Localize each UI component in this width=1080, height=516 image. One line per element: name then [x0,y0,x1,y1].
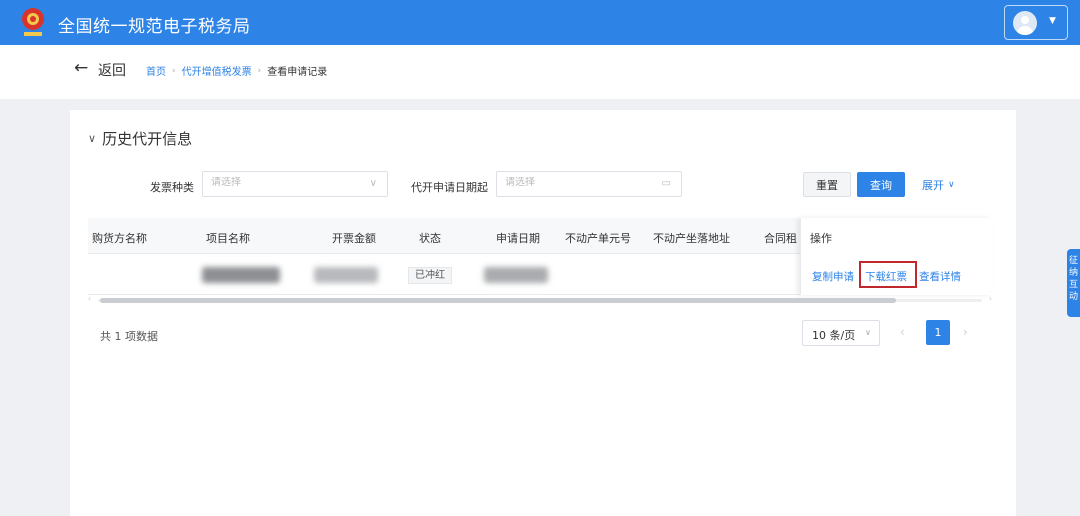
side-tab-label: 征纳互动 [1068,256,1078,302]
breadcrumb-bar: ← 返回 首页 › 代开增值税发票 › 查看申请记录 [0,45,1080,99]
column-header: 合同租 [764,232,797,245]
breadcrumb-current: 查看申请记录 [267,67,328,78]
chevron-down-icon: ∨ [948,179,955,190]
column-header: 状态 [419,232,441,245]
chevron-down-icon: ∨ [369,178,377,189]
breadcrumb: 首页 › 代开增值税发票 › 查看申请记录 [146,63,328,79]
page-size-value: 10 条/页 [812,329,856,342]
page-size-select[interactable]: 10 条/页 ∨ [802,320,880,346]
horizontal-scrollbar[interactable]: ‹ › [88,294,992,304]
column-header: 项目名称 [206,232,250,245]
date-from-picker[interactable]: ▭ [496,171,682,197]
invoice-type-input[interactable] [211,177,351,188]
chevron-down-icon: ∨ [865,328,871,337]
column-header: 开票金额 [332,232,376,245]
breadcrumb-invoice[interactable]: 代开增值税发票 [182,63,252,78]
invoice-type-label: 发票种类 [150,181,194,194]
expand-button[interactable]: 展开 ∨ [922,172,964,197]
column-header: 操作 [810,232,832,245]
tax-emblem-icon [22,8,44,36]
scroll-right-icon[interactable]: › [989,294,992,303]
view-details-link[interactable]: 查看详情 [919,269,961,284]
interaction-side-tab[interactable]: 征纳互动 [1067,249,1080,317]
section-header[interactable]: ∨ 历史代开信息 [88,128,192,149]
user-menu-button[interactable]: ▼ [1004,5,1068,40]
prev-page-button[interactable]: ‹ [900,325,905,339]
total-count: 共 1 项数据 [100,330,158,343]
app-title: 全国统一规范电子税务局 [58,17,251,37]
column-header: 购货方名称 [92,232,147,245]
column-header: 不动产单元号 [565,232,631,245]
redacted-cell [202,267,280,283]
avatar-icon [1013,11,1037,35]
back-button[interactable]: 返回 [98,60,126,80]
page-number-current[interactable]: 1 [926,320,950,345]
expand-label: 展开 [922,178,944,192]
caret-down-icon: ▼ [1049,16,1056,26]
section-title: 历史代开信息 [102,130,193,148]
copy-application-link[interactable]: 复制申请 [812,269,854,284]
chevron-right-icon: › [172,65,176,76]
breadcrumb-home[interactable]: 首页 [146,63,166,78]
date-from-label: 代开申请日期起 [411,181,488,194]
history-card: ∨ 历史代开信息 发票种类 ∨ 代开申请日期起 ▭ 重置 查询 展开 ∨ 购货方… [70,110,1016,516]
scroll-left-icon[interactable]: ‹ [88,294,91,303]
column-header: 申请日期 [496,232,540,245]
next-page-button[interactable]: › [963,325,968,339]
chevron-right-icon: › [257,65,262,76]
scroll-thumb[interactable] [100,298,896,303]
column-header: 不动产坐落地址 [653,232,730,245]
date-from-input[interactable] [505,177,645,188]
query-button[interactable]: 查询 [857,172,905,197]
calendar-icon: ▭ [661,178,671,189]
status-badge: 已冲红 [408,267,452,284]
highlight-box [859,261,917,288]
back-arrow-icon[interactable]: ← [74,58,88,78]
invoice-type-select[interactable]: ∨ [202,171,388,197]
reset-button[interactable]: 重置 [803,172,851,197]
top-bar: 全国统一规范电子税务局 ▼ [0,0,1080,45]
redacted-cell [314,267,378,283]
chevron-down-icon: ∨ [88,132,97,145]
redacted-cell [484,267,548,283]
